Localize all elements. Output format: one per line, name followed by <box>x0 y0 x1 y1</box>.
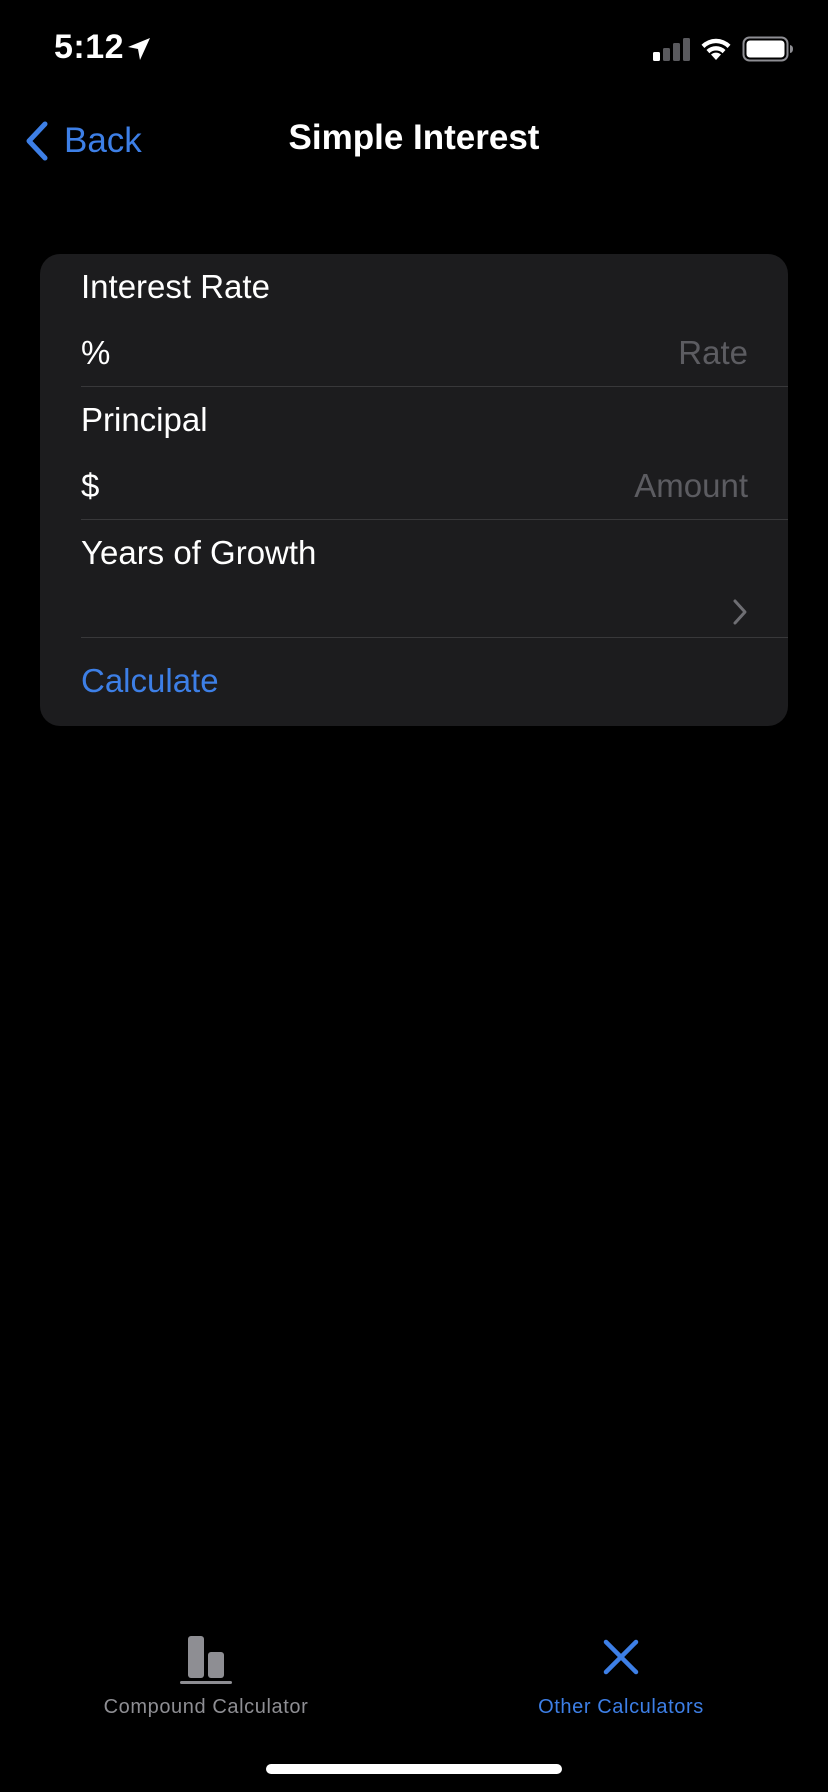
calculate-button[interactable]: Calculate <box>81 662 219 700</box>
tab-label: Compound Calculator <box>103 1696 309 1718</box>
tab-label: Other Calculators <box>538 1696 704 1718</box>
wifi-icon <box>701 38 731 60</box>
tab-other-calculators[interactable]: Other Calculators <box>471 1630 771 1730</box>
amount-input[interactable] <box>248 463 748 509</box>
calculator-form: Interest Rate % Principal $ Years of Gro… <box>40 254 788 726</box>
divider <box>81 637 788 638</box>
divider <box>81 386 788 387</box>
home-indicator <box>266 1764 562 1774</box>
interest-rate-label: Interest Rate <box>81 268 270 305</box>
close-icon <box>603 1639 639 1675</box>
status-time: 5:12 <box>54 28 125 66</box>
status-bar: 5:12 <box>0 0 828 100</box>
rate-input[interactable] <box>248 330 748 376</box>
tab-compound-calculator[interactable]: Compound Calculator <box>56 1630 356 1730</box>
dollar-prefix: $ <box>81 467 100 504</box>
principal-label: Principal <box>81 401 208 438</box>
years-picker[interactable] <box>40 582 788 642</box>
percent-prefix: % <box>81 334 111 371</box>
location-arrow-icon <box>128 38 150 60</box>
divider <box>81 519 788 520</box>
page-title: Simple Interest <box>288 118 540 157</box>
bar-chart-icon <box>180 1636 232 1684</box>
chevron-right-icon <box>733 599 747 625</box>
years-of-growth-label: Years of Growth <box>81 534 317 571</box>
cellular-signal-icon <box>653 38 690 61</box>
battery-icon <box>742 36 793 62</box>
